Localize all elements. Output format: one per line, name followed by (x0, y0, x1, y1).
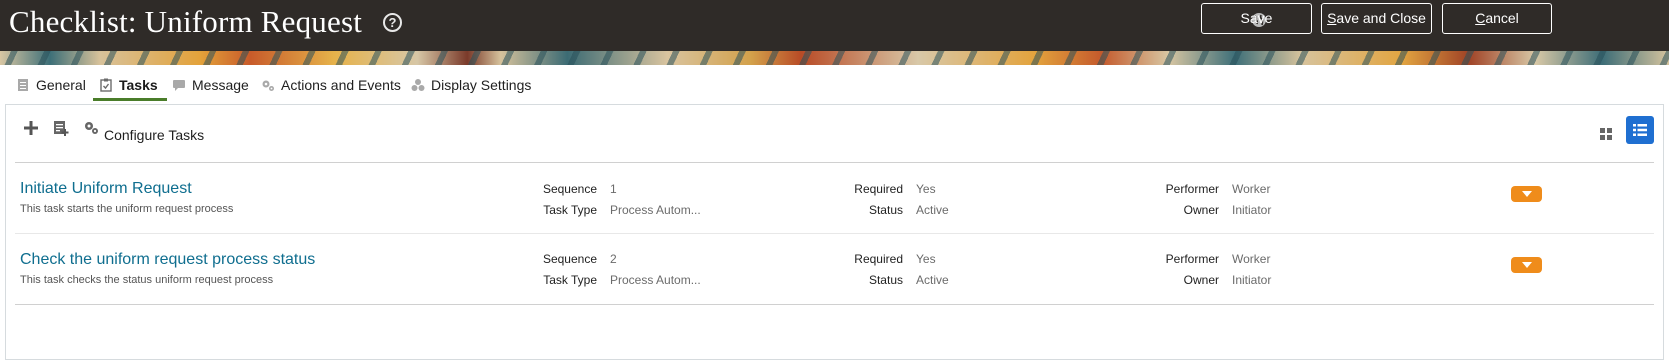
owner-label: Owner (1183, 203, 1219, 217)
list-view-icon (1633, 124, 1647, 136)
status-label: Status (868, 203, 903, 217)
owner-label: Owner (1183, 273, 1219, 287)
task-description: This task checks the status uniform requ… (20, 274, 274, 286)
required-label: Required (854, 182, 903, 196)
gears-icon (262, 80, 274, 91)
save-and-close-button[interactable]: Save and Close (1321, 3, 1432, 34)
message-icon (173, 80, 185, 91)
row-divider (15, 233, 1654, 234)
tab-label: General (36, 77, 86, 93)
tab-label: Message (192, 77, 249, 93)
task-type-label: Task Type (543, 273, 597, 287)
list-top-divider (15, 162, 1654, 163)
add-list-icon[interactable] (53, 120, 69, 136)
list-view-button[interactable] (1626, 116, 1654, 144)
performer-label: Performer (1165, 182, 1219, 196)
active-tab-indicator (93, 98, 167, 101)
cancel-button[interactable]: Cancel (1442, 3, 1552, 34)
tasks-panel (5, 104, 1664, 360)
tab-actions-and-events[interactable]: Actions and Events (261, 70, 401, 100)
task-type-label: Task Type (543, 203, 597, 217)
list-bottom-divider (15, 304, 1654, 305)
tab-label: Display Settings (431, 77, 532, 93)
performer-label: Performer (1165, 252, 1219, 266)
configure-tasks-button[interactable]: Configure Tasks (104, 127, 204, 143)
tab-label: Actions and Events (281, 77, 401, 93)
performer-value: Worker (1232, 182, 1271, 196)
status-value: Active (916, 273, 949, 287)
performer-value: Worker (1232, 252, 1271, 266)
owner-value: Initiator (1232, 273, 1272, 287)
task-title-link[interactable]: Initiate Uniform Request (20, 180, 192, 198)
required-label: Required (854, 252, 903, 266)
task-type-value: Process Autom... (610, 203, 701, 217)
task-type-value: Process Autom... (610, 273, 701, 287)
clipboard-check-icon (100, 78, 112, 92)
tab-label: Tasks (119, 77, 158, 93)
save-button[interactable]: Save (1201, 3, 1312, 34)
grid-view-icon[interactable] (1599, 127, 1613, 141)
status-value: Active (916, 203, 949, 217)
plus-icon[interactable] (24, 121, 38, 135)
status-label: Status (868, 273, 903, 287)
tab-bar: General Tasks Message Actions and Events… (0, 70, 1669, 100)
required-value: Yes (916, 252, 936, 266)
tab-message[interactable]: Message (172, 70, 249, 100)
decorative-banner (0, 51, 1669, 65)
sequence-label: Sequence (542, 182, 597, 196)
required-value: Yes (916, 182, 936, 196)
help-icon[interactable]: ? (383, 13, 402, 32)
shapes-icon (411, 79, 425, 91)
configure-gears-icon (85, 122, 98, 134)
tab-general[interactable]: General (16, 70, 86, 100)
task-actions-menu-button[interactable] (1511, 257, 1542, 273)
page-title: Checklist: Uniform Request (9, 4, 363, 39)
sequence-value: 1 (610, 182, 617, 196)
tab-tasks[interactable]: Tasks (99, 70, 158, 100)
task-description: This task starts the uniform request pro… (20, 203, 234, 215)
task-actions-menu-button[interactable] (1511, 186, 1542, 202)
owner-value: Initiator (1232, 203, 1272, 217)
sequence-value: 2 (610, 252, 617, 266)
page-header: Checklist: Uniform Request ? Save Save a… (0, 0, 1669, 51)
tab-display-settings[interactable]: Display Settings (411, 70, 531, 100)
task-title-link[interactable]: Check the uniform request process status (20, 251, 315, 269)
document-icon (18, 79, 28, 91)
sequence-label: Sequence (542, 252, 597, 266)
